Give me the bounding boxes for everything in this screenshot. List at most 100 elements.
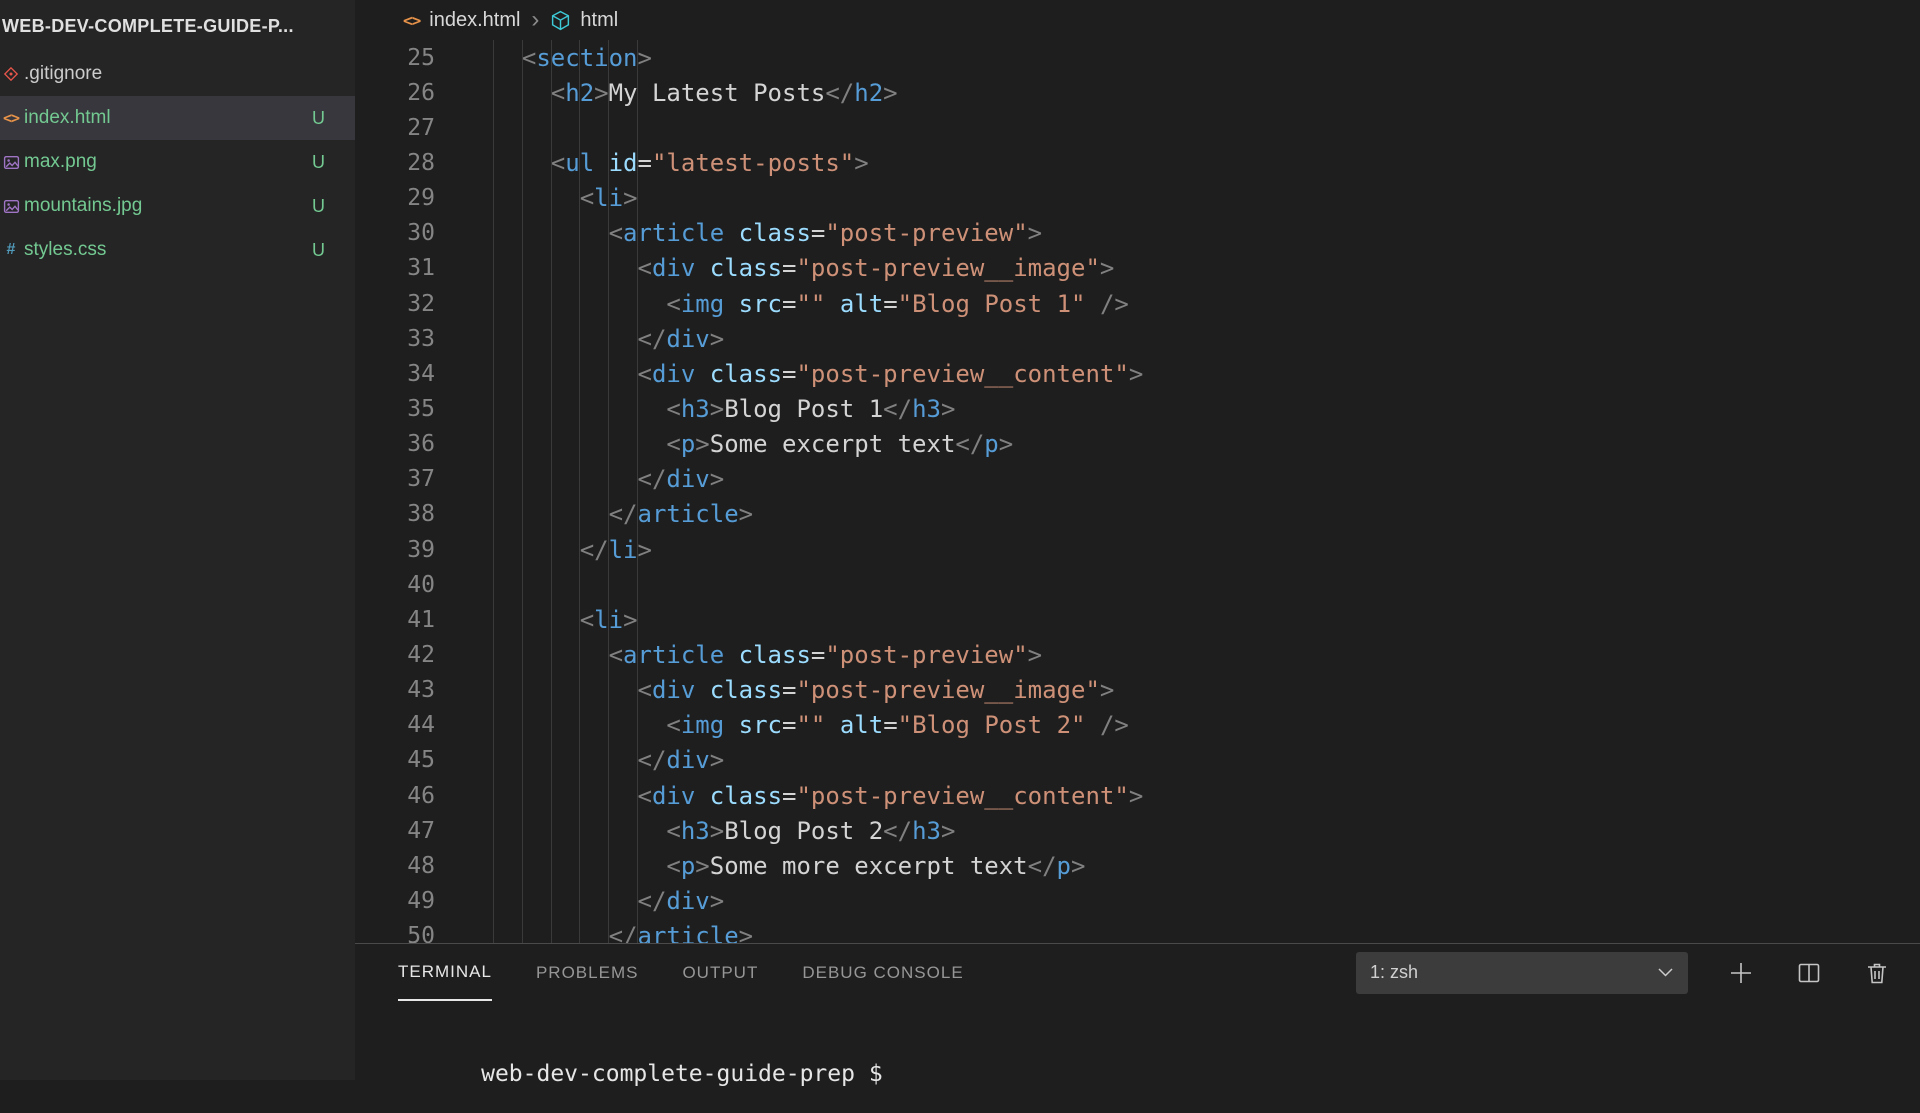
line-number[interactable]: 28 (355, 150, 435, 176)
code-lines: 25 <section>26 <h2>My Latest Posts</h2>2… (355, 40, 1920, 943)
panel-tab-bar: TERMINAL PROBLEMS OUTPUT DEBUG CONSOLE 1: z… (355, 944, 1920, 1001)
code-text: <div class="post-preview__content"> (435, 782, 1143, 810)
line-number[interactable]: 32 (355, 291, 435, 317)
code-line[interactable]: 34 <div class="post-preview__content"> (355, 356, 1920, 391)
code-line[interactable]: 42 <article class="post-preview"> (355, 637, 1920, 672)
panel-tab-debug-console[interactable]: DEBUG CONSOLE (802, 944, 963, 1001)
code-line[interactable]: 47 <h3>Blog Post 2</h3> (355, 813, 1920, 848)
line-number[interactable]: 35 (355, 396, 435, 422)
code-line[interactable]: 46 <div class="post-preview__content"> (355, 778, 1920, 813)
code-line[interactable]: 44 <img src="" alt="Blog Post 2" /> (355, 708, 1920, 743)
code-line[interactable]: 37 </div> (355, 462, 1920, 497)
git-status-badge: U (312, 152, 325, 173)
code-line[interactable]: 33 </div> (355, 321, 1920, 356)
line-number[interactable]: 47 (355, 818, 435, 844)
line-number[interactable]: 40 (355, 572, 435, 598)
line-number[interactable]: 38 (355, 501, 435, 527)
explorer-sidebar: WEB-DEV-COMPLETE-GUIDE-P... .gitignore <>… (0, 0, 355, 1080)
code-text: <article class="post-preview"> (435, 219, 1042, 247)
css-file-icon: # (2, 241, 20, 259)
line-number[interactable]: 31 (355, 255, 435, 281)
file-item-index-html[interactable]: <>index.htmlU (0, 96, 355, 140)
code-editor[interactable]: 25 <section>26 <h2>My Latest Posts</h2>2… (355, 40, 1920, 943)
line-number[interactable]: 26 (355, 80, 435, 106)
code-line[interactable]: 32 <img src="" alt="Blog Post 1" /> (355, 286, 1920, 321)
explorer-section-header[interactable]: WEB-DEV-COMPLETE-GUIDE-P... (0, 0, 355, 52)
panel-tab-problems[interactable]: PROBLEMS (536, 944, 638, 1001)
file-item-mountains-jpg[interactable]: mountains.jpg U (0, 184, 355, 228)
file-item-gitignore[interactable]: .gitignore (0, 52, 355, 96)
line-number[interactable]: 30 (355, 220, 435, 246)
code-line[interactable]: 45 </div> (355, 743, 1920, 778)
code-line[interactable]: 41 <li> (355, 602, 1920, 637)
file-name: mountains.jpg (24, 195, 142, 217)
file-name: .gitignore (24, 63, 102, 85)
code-text: <li> (435, 184, 638, 212)
code-line[interactable]: 35 <h3>Blog Post 1</h3> (355, 391, 1920, 426)
code-line[interactable]: 39 </li> (355, 532, 1920, 567)
code-text: </li> (435, 536, 652, 564)
code-line[interactable]: 31 <div class="post-preview__image"> (355, 251, 1920, 286)
line-number[interactable]: 44 (355, 712, 435, 738)
code-line[interactable]: 49 </div> (355, 883, 1920, 918)
line-number[interactable]: 45 (355, 747, 435, 773)
indent-guide (522, 40, 523, 943)
line-number[interactable]: 29 (355, 185, 435, 211)
file-item-styles-css[interactable]: #styles.cssU (0, 228, 355, 272)
code-line[interactable]: 43 <div class="post-preview__image"> (355, 673, 1920, 708)
code-line[interactable]: 25 <section> (355, 40, 1920, 75)
terminal-shell-label: 1: zsh (1370, 962, 1418, 983)
kill-terminal-trash-button[interactable] (1862, 958, 1892, 988)
code-line[interactable]: 27 (355, 110, 1920, 145)
file-name: index.html (24, 107, 111, 129)
line-number[interactable]: 37 (355, 466, 435, 492)
code-line[interactable]: 50 </article> (355, 919, 1920, 943)
line-number[interactable]: 33 (355, 326, 435, 352)
indent-guide (579, 40, 580, 943)
split-terminal-button[interactable] (1794, 958, 1824, 988)
line-number[interactable]: 36 (355, 431, 435, 457)
code-line[interactable]: 38 </article> (355, 497, 1920, 532)
code-line[interactable]: 26 <h2>My Latest Posts</h2> (355, 75, 1920, 110)
line-number[interactable]: 25 (355, 45, 435, 71)
terminal-content[interactable]: web-dev-complete-guide-prep $ (355, 1001, 1920, 1113)
git-status-badge: U (312, 196, 325, 217)
code-text: <h2>My Latest Posts</h2> (435, 79, 898, 107)
code-text: <img src="" alt="Blog Post 2" /> (435, 711, 1129, 739)
line-number[interactable]: 27 (355, 115, 435, 141)
terminal-shell-select[interactable]: 1: zsh (1356, 952, 1688, 994)
code-line[interactable]: 28 <ul id="latest-posts"> (355, 145, 1920, 180)
line-number[interactable]: 39 (355, 537, 435, 563)
code-text: <img src="" alt="Blog Post 1" /> (435, 290, 1129, 318)
breadcrumb: <> index.html › html (355, 0, 1920, 40)
code-text: <p>Some more excerpt text</p> (435, 852, 1085, 880)
line-number[interactable]: 49 (355, 888, 435, 914)
panel-tab-output[interactable]: OUTPUT (682, 944, 758, 1001)
code-line[interactable]: 48 <p>Some more excerpt text</p> (355, 848, 1920, 883)
line-number[interactable]: 42 (355, 642, 435, 668)
code-line[interactable]: 30 <article class="post-preview"> (355, 216, 1920, 251)
chevron-right-icon: › (529, 10, 541, 30)
editor-area: <> index.html › html 25 <section>26 <h2>… (355, 0, 1920, 943)
code-line[interactable]: 40 (355, 567, 1920, 602)
line-number[interactable]: 41 (355, 607, 435, 633)
breadcrumb-file[interactable]: index.html (429, 9, 520, 32)
code-text: <h3>Blog Post 1</h3> (435, 395, 955, 423)
terminal-prompt: web-dev-complete-guide-prep $ (481, 1061, 883, 1087)
code-line[interactable]: 36 <p>Some excerpt text</p> (355, 427, 1920, 462)
panel-tab-terminal[interactable]: TERMINAL (398, 944, 492, 1001)
file-name: styles.css (24, 239, 106, 261)
line-number[interactable]: 48 (355, 853, 435, 879)
code-text: <div class="post-preview__image"> (435, 254, 1114, 282)
panel-tabs: TERMINAL PROBLEMS OUTPUT DEBUG CONSOLE (398, 944, 964, 1001)
code-line[interactable]: 29 <li> (355, 181, 1920, 216)
code-text: <li> (435, 606, 638, 634)
line-number[interactable]: 34 (355, 361, 435, 387)
file-tree: .gitignore<>index.htmlUmax.pngUmountains… (0, 52, 355, 272)
line-number[interactable]: 43 (355, 677, 435, 703)
line-number[interactable]: 46 (355, 783, 435, 809)
new-terminal-button[interactable] (1726, 958, 1756, 988)
line-number[interactable]: 50 (355, 923, 435, 943)
breadcrumb-symbol[interactable]: html (580, 9, 618, 32)
file-item-max-png[interactable]: max.pngU (0, 140, 355, 184)
